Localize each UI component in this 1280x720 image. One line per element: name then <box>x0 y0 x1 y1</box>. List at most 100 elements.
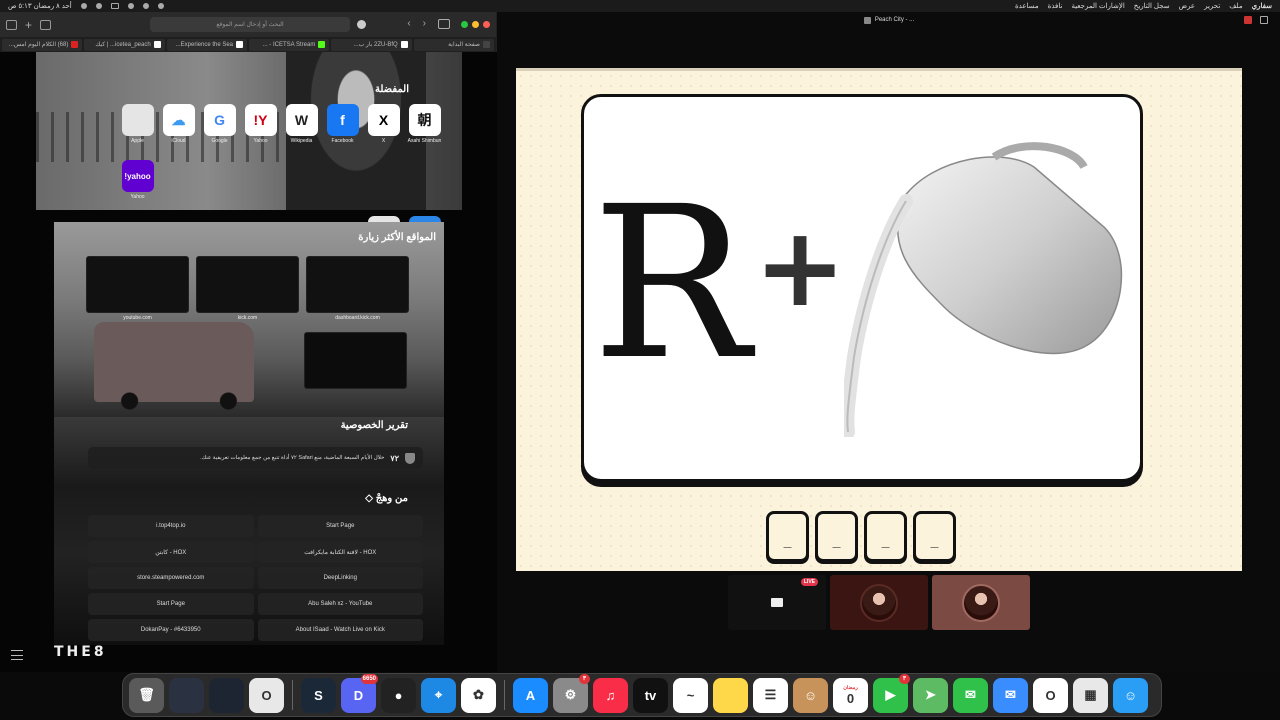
recent-item[interactable]: About ISaad - Watch Live on Kick <box>257 619 423 641</box>
opera-folder-icon[interactable]: O <box>249 677 284 713</box>
notes-icon[interactable] <box>713 677 748 713</box>
favorite-item[interactable]: XX <box>363 104 404 160</box>
opera-icon[interactable]: O <box>1033 677 1068 713</box>
menu-clock[interactable]: أحد ٨ رمضان ٥:١٣ ص <box>8 2 72 10</box>
recent-item[interactable]: DeepLinking <box>257 567 423 589</box>
nav-buttons: ‹ › <box>407 18 426 29</box>
favorite-item[interactable]: Y! Yahoo <box>240 104 281 160</box>
trash-icon[interactable]: 🗑 <box>129 677 164 713</box>
favorite-item[interactable]: yahoo! Yahoo <box>117 160 158 216</box>
finder-icon[interactable]: ☺ <box>1113 677 1148 713</box>
menu-item[interactable]: عرض <box>1179 2 1196 10</box>
window-thumb-1-icon[interactable] <box>169 677 204 713</box>
address-bar[interactable]: البحث أو إدخال اسم الموقع <box>150 17 350 32</box>
browser-tab[interactable]: (68) الكلام اليوم امس... <box>2 38 83 51</box>
screen-share-icon <box>771 598 783 607</box>
safari-icon[interactable]: ⌖ <box>421 677 456 713</box>
favorite-item[interactable]: f Facebook <box>322 104 363 160</box>
recent-item[interactable]: HOX - كابتن <box>88 541 254 563</box>
system-settings-icon[interactable]: ⚙ ٣ <box>553 673 590 713</box>
frequent-site[interactable]: kick.com <box>195 256 300 321</box>
frequent-site[interactable]: youtube.com <box>85 256 190 321</box>
minimize-button[interactable] <box>472 21 479 28</box>
favorite-item[interactable]: Apple <box>117 104 158 160</box>
back-chevron-icon[interactable]: ‹ <box>407 18 410 29</box>
answer-slot[interactable]: _ <box>815 511 858 562</box>
forward-chevron-icon[interactable]: › <box>423 18 426 29</box>
frequent-site[interactable]: dashboard.kick.com <box>305 256 410 321</box>
zoom-button[interactable] <box>461 21 468 28</box>
browser-tab[interactable]: Experience the Sea... <box>166 38 248 51</box>
wifi-icon[interactable] <box>127 3 134 9</box>
discord-icon[interactable]: D 6650 <box>341 673 378 713</box>
calendar-icon[interactable]: رمضان 0 <box>833 677 868 713</box>
window-thumb-2-icon[interactable] <box>209 677 244 713</box>
recent-item[interactable]: DokanPay - #6433950 <box>88 619 254 641</box>
participant-tile[interactable] <box>830 575 928 630</box>
sidebar-toggle-icon[interactable] <box>438 19 450 29</box>
favorite-item[interactable]: 朝 Asahi Shimbun <box>404 104 445 160</box>
recent-item[interactable]: HOX - لافتة الكتابة مايكرافت <box>257 541 423 563</box>
music-icon[interactable]: ♫ <box>593 677 628 713</box>
dock-glyph: ● <box>394 687 403 703</box>
recent-item[interactable]: Start Page <box>257 515 423 537</box>
user-icon[interactable] <box>157 3 164 9</box>
favorite-item[interactable]: G Google <box>199 104 240 160</box>
answer-slot[interactable]: _ <box>913 511 956 562</box>
facetime-icon[interactable]: ▶ ٣ <box>873 673 910 713</box>
launchpad-icon[interactable]: ▦ <box>1073 677 1108 713</box>
control-center-icon[interactable] <box>80 3 87 9</box>
favorite-item[interactable]: ☁ iCloud <box>158 104 199 160</box>
favorite-label: Google <box>211 138 228 144</box>
contacts-icon[interactable]: ☺ <box>793 677 828 713</box>
answer-slot[interactable]: _ <box>766 511 809 562</box>
mail-icon[interactable]: ✉ <box>993 677 1028 713</box>
steam-icon[interactable]: S <box>301 677 336 713</box>
privacy-card[interactable]: ٧٢ خلال الأيام السبعة الماضية، منع Safar… <box>88 447 423 469</box>
menu-item[interactable]: الإشارات المرجعية <box>1071 2 1124 10</box>
menu-item[interactable]: سفاري <box>1252 2 1272 10</box>
battery-icon[interactable] <box>110 3 119 9</box>
browser-tab[interactable]: صفحة البداية <box>413 38 494 51</box>
dock-glyph: ~ <box>686 687 695 703</box>
siri-icon[interactable] <box>95 3 102 9</box>
favorite-item[interactable]: W Wikipedia <box>281 104 322 160</box>
obs-icon[interactable]: ● <box>381 677 416 713</box>
share-icon[interactable] <box>40 19 52 30</box>
close-button[interactable] <box>483 21 490 28</box>
answer-slot[interactable]: _ <box>864 511 907 562</box>
recent-item[interactable]: i.top4top.io <box>88 515 254 537</box>
menu-item[interactable]: ملف <box>1229 2 1242 10</box>
recent-item[interactable]: store.steampowered.com <box>88 567 254 589</box>
reader-icon[interactable] <box>357 20 366 29</box>
messages-icon[interactable]: ✉ <box>953 677 988 713</box>
site-label: kick.com <box>237 315 258 321</box>
recent-item[interactable]: Start Page <box>88 593 254 615</box>
maps-icon[interactable]: ➤ <box>913 677 948 713</box>
browser-tab[interactable]: icetea_peach... | كيك <box>84 38 165 51</box>
favorite-icon: G <box>203 104 236 136</box>
share-screen-icon[interactable] <box>1260 16 1268 24</box>
apple-tv-icon[interactable]: tv <box>633 677 668 713</box>
app-store-icon[interactable]: A <box>513 677 548 713</box>
frequent-thumb-extra[interactable] <box>304 332 407 389</box>
record-icon[interactable] <box>1244 16 1252 24</box>
menu-item[interactable]: مساعدة <box>1015 2 1039 10</box>
photos-icon[interactable]: ✿ <box>461 677 496 713</box>
browser-tab[interactable]: ICETSA Stream - ... <box>249 38 330 51</box>
menu-item[interactable]: نافذة <box>1048 2 1063 10</box>
participant-tile[interactable] <box>932 575 1030 630</box>
recent-item[interactable]: Abu Saleh xz - YouTube <box>257 593 423 615</box>
favorite-icon <box>121 104 154 136</box>
new-tab-plus-icon[interactable]: + <box>25 19 32 31</box>
menu-item[interactable]: تحرير <box>1204 2 1220 10</box>
menu-item[interactable]: سجل التاريخ <box>1134 2 1170 10</box>
search-icon[interactable] <box>142 3 149 9</box>
tab-overview-icon[interactable] <box>6 19 17 30</box>
freeform-icon[interactable]: ~ <box>673 677 708 713</box>
browser-tab[interactable]: 2ZU-BfQ بار ب... <box>331 38 412 51</box>
customize-settings-icon[interactable] <box>11 650 23 660</box>
answer-slots: _ _ _ _ <box>766 511 956 562</box>
screen-share-tile[interactable]: LIVE <box>728 575 826 630</box>
reminders-icon[interactable]: ☰ <box>753 677 788 713</box>
